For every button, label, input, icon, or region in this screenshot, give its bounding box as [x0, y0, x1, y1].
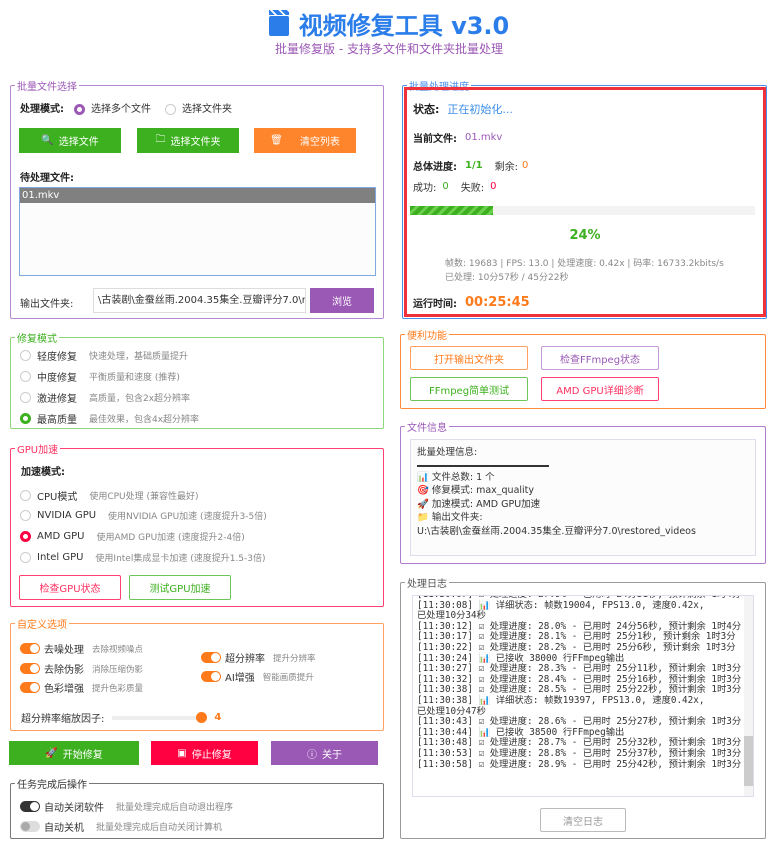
pending-label: 待处理文件: — [20, 173, 74, 184]
file-list-item[interactable]: 01.mkv — [20, 188, 375, 203]
check-ffmpeg-button[interactable]: 检查FFmpeg状态 — [541, 346, 659, 370]
divider — [417, 464, 549, 467]
radio-icon[interactable] — [20, 552, 31, 563]
rocket-icon: 🚀 — [45, 747, 58, 759]
gpu-option[interactable]: NVIDIA GPU 使用NVIDIA GPU加速 (速度提升3-5倍) — [20, 509, 267, 522]
ffmpeg-test-button[interactable]: FFmpeg简单测试 — [410, 377, 528, 401]
trash-icon: 🗑 — [270, 135, 283, 146]
toggle-switch[interactable] — [20, 643, 40, 654]
success-count: 0 — [442, 181, 449, 192]
repair-option[interactable]: 轻度修复 快速处理，基础质量提升 — [20, 348, 188, 363]
open-output-button[interactable]: 打开输出文件夹 — [410, 346, 528, 370]
progress-bar-fill — [410, 206, 493, 215]
remaining-count: 0 — [521, 160, 529, 171]
gpu-option[interactable]: Intel GPU 使用Intel集成显卡加速 (速度提升1.5-3倍) — [20, 551, 266, 564]
start-button[interactable]: 🚀 开始修复 — [9, 741, 139, 765]
search-icon: 🔍 — [41, 135, 54, 146]
gpu-option[interactable]: CPU模式 使用CPU处理 (兼容性最好) — [20, 488, 199, 503]
progress-elapsed: 已处理: 10分57秒 / 45分22秒 — [445, 273, 569, 283]
accel-label: 加速模式: — [21, 467, 65, 478]
app-title: 视频修复工具 v3.0 — [0, 6, 778, 41]
custom-toggle[interactable]: 超分辨率 提升分辨率 — [201, 650, 316, 665]
custom-toggle[interactable]: AI增强 智能画质提升 — [201, 669, 314, 684]
app-subtitle: 批量修复版 - 支持多文件和文件夹批量处理 — [275, 42, 503, 56]
output-folder-input[interactable]: \古装剧\金蚕丝雨.2004.35集全.豆瓣评分7.0\restored_vid… — [93, 288, 306, 313]
progress-bar — [410, 206, 755, 215]
radio-icon[interactable] — [20, 531, 31, 542]
repair-option[interactable]: 最高质量 最佳效果，包含4x超分辨率 — [20, 411, 199, 426]
auto-shutdown-toggle[interactable]: 自动关机 批量处理完成后自动关闭计算机 — [20, 819, 222, 834]
clear-list-button[interactable]: 🗑 清空列表 — [254, 128, 356, 153]
log-box[interactable]: [11:30:07] ☑ 处理进度: 27.9% - 已用时 24分51秒, 预… — [412, 595, 754, 797]
toggle-switch[interactable] — [20, 682, 40, 693]
slider-handle[interactable] — [196, 711, 208, 723]
clapperboard-icon — [268, 10, 289, 36]
gpu-option[interactable]: AMD GPU 使用AMD GPU加速 (速度提升2-4倍) — [20, 530, 245, 543]
clear-log-button[interactable]: 清空日志 — [540, 808, 626, 832]
radio-icon[interactable] — [20, 350, 31, 361]
progress-detail: 帧数: 19683 | FPS: 13.0 | 处理速度: 0.42x | 码率… — [445, 259, 724, 269]
toggle-switch[interactable] — [20, 801, 40, 812]
scrollbar-thumb[interactable] — [744, 736, 753, 786]
select-folder-button[interactable]: 🗀 选择文件夹 — [137, 128, 239, 153]
radio-icon[interactable] — [20, 371, 31, 382]
select-files-button[interactable]: 🔍 选择文件 — [19, 128, 121, 153]
radio-icon[interactable] — [20, 413, 31, 424]
fail-count: 0 — [490, 181, 497, 192]
mode-folder[interactable]: 选择文件夹 — [165, 100, 232, 115]
scale-value: 4 — [214, 712, 222, 723]
toggle-switch[interactable] — [201, 671, 221, 682]
current-file: 01.mkv — [465, 132, 503, 143]
scale-slider[interactable] — [112, 711, 208, 723]
toggle-switch[interactable] — [20, 821, 40, 832]
radio-icon[interactable] — [20, 392, 31, 403]
runtime: 00:25:45 — [465, 295, 530, 310]
progress-percent: 24% — [569, 228, 601, 243]
repair-option[interactable]: 中度修复 平衡质量和速度 (推荐) — [20, 369, 180, 384]
file-info-box: 批量处理信息: 📊 文件总数: 1 个 🎯 修复模式: max_quality 🚀 … — [410, 439, 756, 556]
radio-icon[interactable] — [165, 103, 176, 115]
folder-icon: 🗀 — [155, 134, 166, 145]
browse-button[interactable]: 浏览 — [310, 288, 374, 313]
custom-toggle[interactable]: 色彩增强 提升色彩质量 — [20, 680, 143, 695]
mode-multi-files[interactable]: 选择多个文件 — [74, 100, 151, 115]
amd-diagnose-button[interactable]: AMD GPU详细诊断 — [541, 377, 659, 401]
stop-icon: ▣ — [177, 747, 187, 759]
overall-progress: 1/1 — [465, 160, 483, 171]
check-gpu-button[interactable]: 检查GPU状态 — [19, 575, 121, 600]
auto-close-toggle[interactable]: 自动关闭软件 批量处理完成后自动退出程序 — [20, 799, 233, 814]
custom-toggle[interactable]: 去除伪影 消除压缩伪影 — [20, 661, 143, 676]
radio-icon[interactable] — [20, 510, 31, 521]
file-list[interactable]: 01.mkv — [19, 187, 376, 276]
output-label: 输出文件夹: — [20, 299, 74, 310]
log-text: [11:30:07] ☑ 处理进度: 27.9% - 已用时 24分51秒, 预… — [417, 596, 742, 770]
toggle-switch[interactable] — [201, 652, 221, 663]
info-icon: ⓘ — [307, 749, 317, 761]
radio-icon[interactable] — [20, 490, 31, 501]
status-text: 正在初始化... — [447, 103, 513, 116]
toggle-switch[interactable] — [20, 663, 40, 674]
test-gpu-button[interactable]: 测试GPU加速 — [129, 575, 231, 600]
file-select-legend: 批量文件选择 — [17, 82, 77, 93]
log-scrollbar[interactable] — [744, 596, 753, 796]
about-button[interactable]: ⓘ 关于 — [271, 741, 378, 765]
stop-button[interactable]: ▣ 停止修复 — [151, 741, 258, 765]
repair-option[interactable]: 激进修复 高质量，包含2x超分辨率 — [20, 390, 190, 405]
custom-toggle[interactable]: 去噪处理 去除视频噪点 — [20, 641, 143, 656]
mode-label: 处理模式: — [20, 104, 64, 115]
radio-icon[interactable] — [74, 103, 85, 115]
